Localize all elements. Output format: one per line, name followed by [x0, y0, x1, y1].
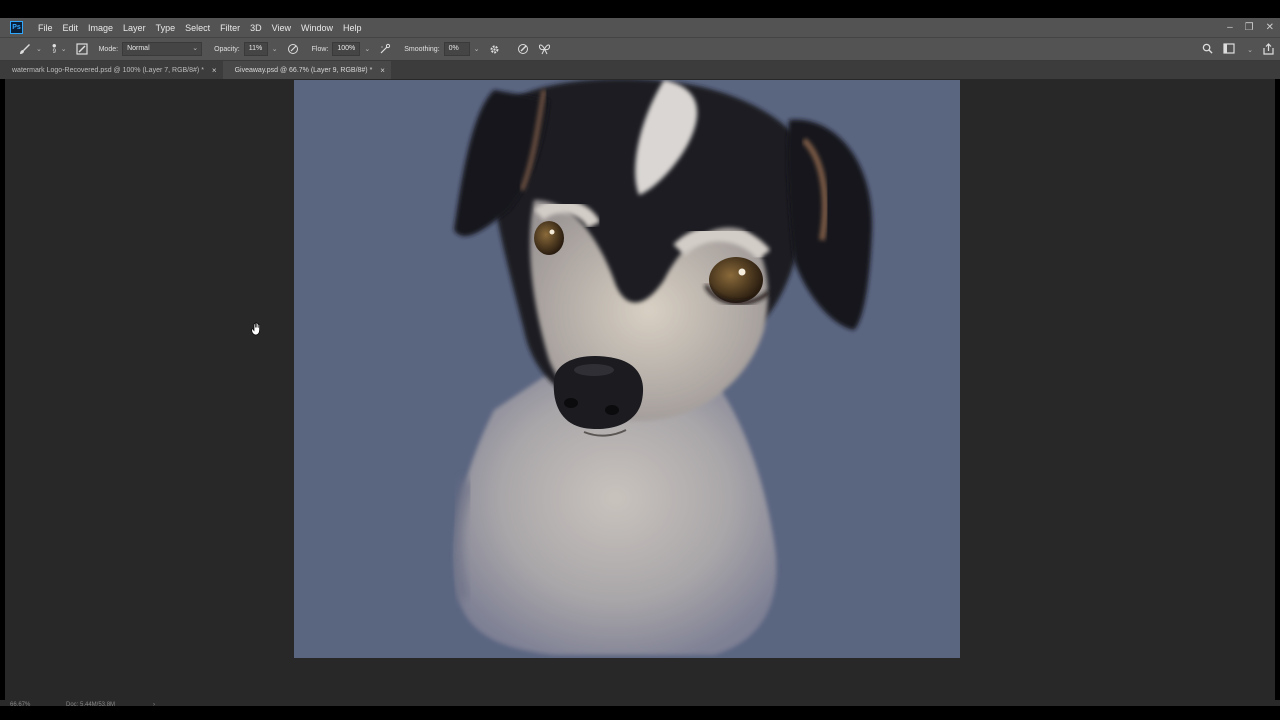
document-canvas[interactable]: [294, 80, 960, 658]
document-tabs: watermark Logo-Recovered.psd @ 100% (Lay…: [0, 61, 1280, 79]
symmetry-butterfly-icon[interactable]: [538, 42, 552, 56]
restore-icon[interactable]: ❐: [1245, 22, 1254, 33]
zoom-level[interactable]: 66.67%: [10, 702, 30, 708]
mode-select[interactable]: Normal ⌄: [122, 42, 203, 56]
close-window-icon[interactable]: ✕: [1266, 22, 1274, 33]
status-bar-strip: [0, 700, 1280, 706]
smoothing-dropdown-icon[interactable]: ⌄: [474, 45, 480, 53]
mode-select-value: Normal: [127, 45, 150, 52]
opacity-input[interactable]: 11%: [243, 42, 268, 56]
tool-preset-dropdown-icon[interactable]: ⌄: [36, 45, 42, 53]
menu-window[interactable]: Window: [296, 23, 338, 33]
smoothing-label: Smoothing:: [404, 45, 440, 53]
tab-giveaway[interactable]: Giveaway.psd @ 66.7% (Layer 9, RGB/8#) *…: [222, 61, 391, 79]
smoothing-options-gear-icon[interactable]: [488, 42, 502, 56]
airbrush-icon[interactable]: [378, 42, 392, 56]
brush-picker-dropdown-icon[interactable]: ⌄: [61, 45, 67, 53]
flow-label: Flow:: [311, 45, 329, 53]
search-icon[interactable]: [1202, 43, 1213, 57]
menu-view[interactable]: View: [267, 23, 296, 33]
pressure-size-icon[interactable]: [516, 42, 530, 56]
brush-size-value: 9: [52, 49, 56, 55]
opacity-dropdown-icon[interactable]: ⌄: [272, 45, 278, 53]
close-tab-icon[interactable]: ×: [212, 66, 217, 75]
menu-edit[interactable]: Edit: [58, 23, 84, 33]
top-black-strip: [0, 0, 1280, 18]
status-menu-arrow-icon[interactable]: ›: [153, 702, 155, 708]
photoshop-logo-icon[interactable]: Ps: [10, 21, 23, 34]
menu-file[interactable]: File: [33, 23, 58, 33]
mode-dropdown-icon: ⌄: [192, 45, 199, 52]
brush-settings-panel-icon[interactable]: [75, 42, 89, 56]
options-right-tools: ⌄: [1202, 38, 1274, 62]
tab-watermark-logo[interactable]: watermark Logo-Recovered.psd @ 100% (Lay…: [0, 61, 223, 79]
dog-painting: [451, 80, 873, 655]
workspace-switcher-icon[interactable]: [1223, 43, 1237, 57]
menu-filter[interactable]: Filter: [215, 23, 245, 33]
menu-image[interactable]: Image: [83, 23, 118, 33]
menu-select[interactable]: Select: [180, 23, 215, 33]
menu-3d[interactable]: 3D: [245, 23, 267, 33]
smoothing-input[interactable]: 0%: [443, 42, 470, 56]
window-controls: – ❐ ✕: [1227, 18, 1274, 37]
brush-preview-icon[interactable]: ●: [52, 42, 57, 50]
mode-label: Mode:: [98, 45, 119, 53]
menu-help[interactable]: Help: [338, 23, 367, 33]
minimize-icon[interactable]: –: [1227, 22, 1233, 33]
flow-dropdown-icon[interactable]: ⌄: [364, 45, 370, 53]
brush-tool-icon[interactable]: [18, 42, 32, 56]
tab-label: Giveaway.psd @ 66.7% (Layer 9, RGB/8#) *: [234, 66, 373, 74]
menu-layer[interactable]: Layer: [118, 23, 151, 33]
status-bar: 66.67% Doc: 5.44M/53.8M ›: [0, 700, 1280, 720]
document-size: Doc: 5.44M/53.8M: [66, 702, 116, 708]
menu-bar: Ps File Edit Image Layer Type Select Fil…: [0, 18, 1280, 37]
tab-label: watermark Logo-Recovered.psd @ 100% (Lay…: [12, 66, 204, 74]
opacity-label: Opacity:: [214, 45, 240, 53]
menu-type[interactable]: Type: [151, 23, 181, 33]
flow-input[interactable]: 100%: [332, 42, 361, 56]
share-icon[interactable]: [1263, 42, 1274, 58]
options-bar: ⌄ ● 9 ⌄ Mode: Normal ⌄ Opacity: 11% ⌄ Fl…: [0, 37, 1280, 61]
workspace-dropdown-icon[interactable]: ⌄: [1247, 46, 1253, 54]
pressure-opacity-icon[interactable]: [286, 42, 300, 56]
hand-cursor-icon: [251, 322, 263, 341]
close-tab-icon[interactable]: ×: [380, 66, 385, 75]
